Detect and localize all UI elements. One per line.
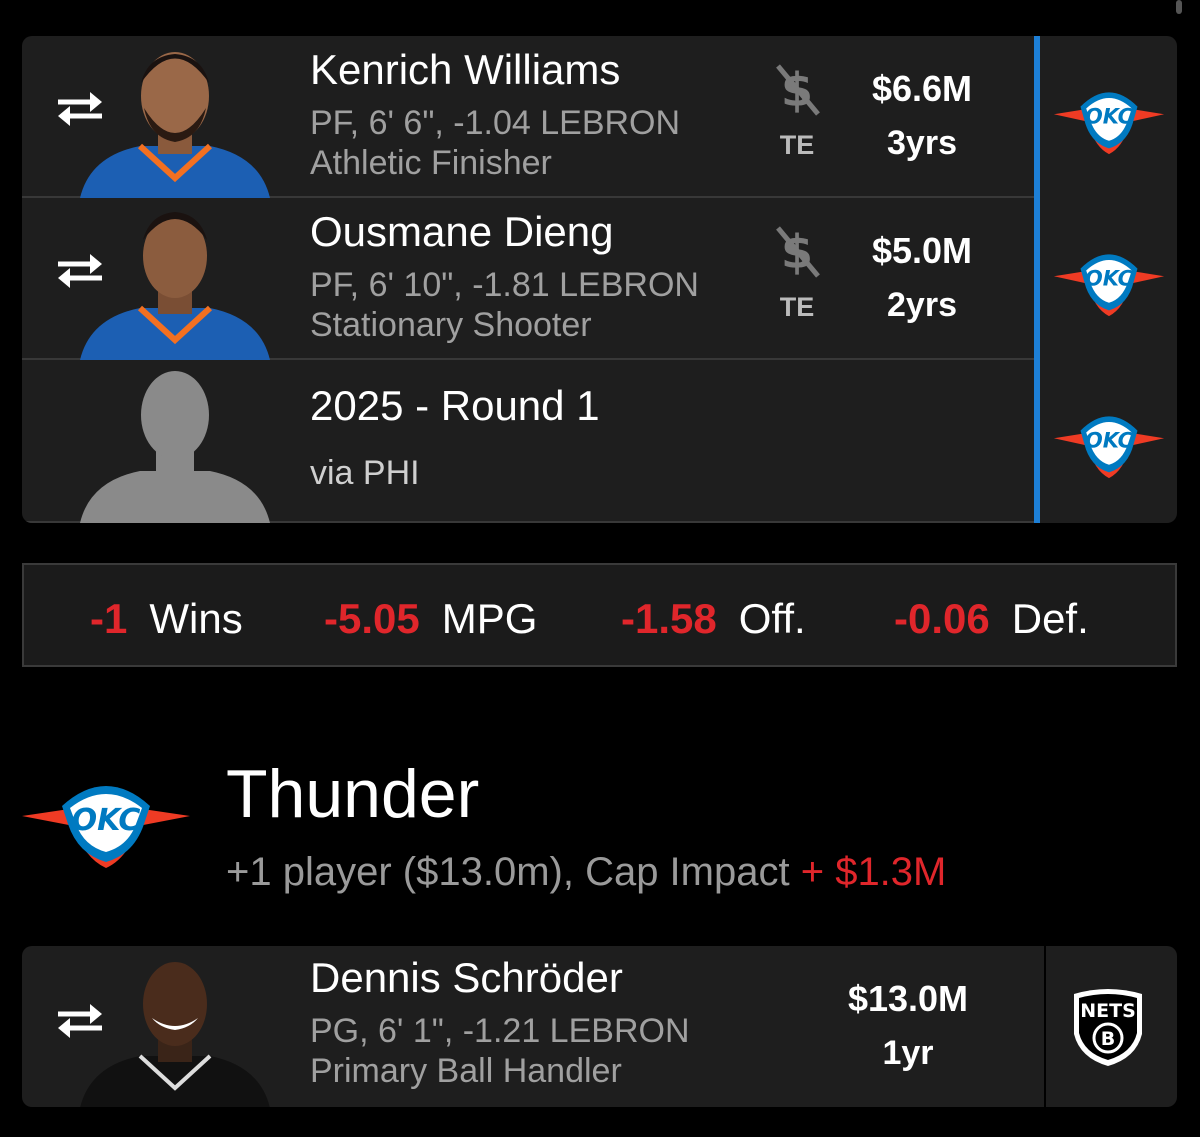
cap-impact-value: + $1.3M	[800, 850, 947, 894]
team-name: Thunder	[226, 756, 480, 832]
player-headshot	[80, 212, 270, 360]
player-role: Primary Ball Handler	[310, 1052, 622, 1090]
stat-label: MPG	[441, 595, 538, 642]
player-row-kenrich-williams[interactable]: Kenrich Williams PF, 6' 6", -1.04 LEBRON…	[22, 36, 1034, 198]
player-headshot	[80, 52, 270, 198]
salary: $6.6M	[871, 68, 973, 109]
okc-thunder-logo: OKC	[1053, 416, 1165, 479]
player-name[interactable]: Kenrich Williams	[310, 46, 620, 94]
outgoing-assets-card: Kenrich Williams PF, 6' 6", -1.04 LEBRON…	[22, 36, 1177, 523]
okc-thunder-logo: OKC	[1053, 92, 1165, 155]
player-role: Athletic Finisher	[310, 144, 552, 182]
impact-stats-bar: -1 Wins -5.05 MPG -1.58 Off. -0.06 Def.	[22, 563, 1177, 667]
draft-pick-row[interactable]: 2025 - Round 1 via PHI	[22, 360, 1034, 523]
stat-wins: -1 Wins	[90, 595, 243, 643]
svg-text:NETS: NETS	[1080, 1000, 1136, 1022]
stat-label: Off.	[738, 595, 806, 642]
te-label: TE	[779, 130, 815, 160]
contract-years: 1yr	[882, 1034, 934, 1072]
scroll-indicator[interactable]	[1176, 0, 1182, 14]
brooklyn-nets-logo: NETS B	[1074, 989, 1142, 1066]
team-logo-column: OKC OKC OKC	[1034, 36, 1177, 523]
player-role: Stationary Shooter	[310, 306, 592, 344]
okc-thunder-logo: OKC	[22, 786, 190, 868]
contract-years: 3yrs	[887, 124, 957, 162]
trade-exception-indicator: $ TE	[762, 222, 832, 323]
stat-value: -1.58	[621, 595, 717, 642]
player-headshot	[80, 962, 270, 1107]
placeholder-avatar-icon	[80, 371, 270, 523]
svg-text:B: B	[1101, 1028, 1115, 1050]
stat-label: Wins	[149, 595, 243, 642]
stat-defense: -0.06 Def.	[894, 595, 1089, 643]
trade-exception-indicator: $ TE	[762, 60, 832, 161]
player-details: PG, 6' 1", -1.21 LEBRON	[310, 1012, 690, 1050]
stat-mpg: -5.05 MPG	[324, 595, 537, 643]
stat-label: Def.	[1011, 595, 1089, 642]
from-team-logo-column: NETS B	[1044, 946, 1177, 1107]
no-dollar-icon: $	[776, 225, 820, 279]
svg-text:OKC: OKC	[1085, 429, 1134, 453]
player-name[interactable]: Dennis Schröder	[310, 954, 623, 1002]
team-summary-text: +1 player ($13.0m), Cap Impact	[226, 850, 790, 894]
player-details: PF, 6' 6", -1.04 LEBRON	[310, 104, 681, 142]
stat-offense: -1.58 Off.	[621, 595, 806, 643]
svg-text:OKC: OKC	[1085, 105, 1134, 129]
incoming-assets-card: Dennis Schröder PG, 6' 1", -1.21 LEBRON …	[22, 946, 1177, 1107]
stat-value: -0.06	[894, 595, 990, 642]
okc-thunder-logo: OKC	[1053, 254, 1165, 317]
stat-value: -5.05	[324, 595, 420, 642]
salary: $5.0M	[871, 230, 973, 271]
pick-title[interactable]: 2025 - Round 1	[310, 382, 600, 430]
salary: $13.0M	[847, 978, 969, 1019]
contract-years: 2yrs	[887, 286, 957, 324]
player-name[interactable]: Ousmane Dieng	[310, 208, 614, 256]
te-label: TE	[779, 292, 815, 322]
stat-value: -1	[90, 595, 128, 642]
no-dollar-icon: $	[776, 63, 820, 117]
svg-text:OKC: OKC	[1085, 267, 1134, 291]
team-summary: +1 player ($13.0m), Cap Impact + $1.3M	[226, 850, 946, 895]
player-row-ousmane-dieng[interactable]: Ousmane Dieng PF, 6' 10", -1.81 LEBRON S…	[22, 198, 1034, 360]
player-row-dennis-schroder[interactable]: Dennis Schröder PG, 6' 1", -1.21 LEBRON …	[22, 946, 1034, 1107]
player-details: PF, 6' 10", -1.81 LEBRON	[310, 266, 699, 304]
pick-via: via PHI	[310, 454, 420, 492]
svg-text:OKC: OKC	[72, 803, 141, 838]
